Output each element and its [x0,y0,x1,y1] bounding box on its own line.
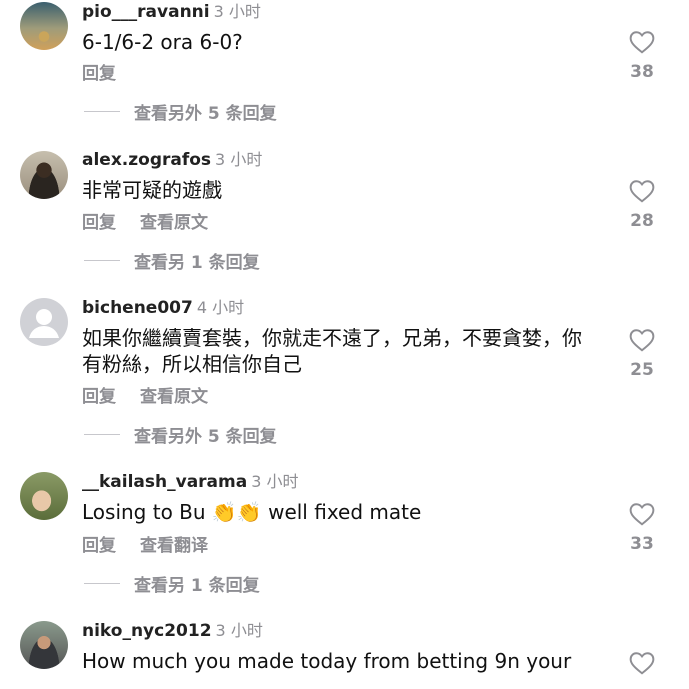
comment-actions: 回复 查看翻译 [82,536,208,556]
comment-header: pio___ravanni 3 小时 [82,2,261,22]
heart-icon [629,503,655,526]
heart-icon [629,329,655,352]
avatar[interactable] [20,298,68,346]
timestamp: 3 小时 [215,150,263,169]
reply-button[interactable]: 回复 [82,536,116,556]
comment-text: 6-1/6-2 ora 6-0? [82,30,243,54]
like-count: 28 [630,211,654,231]
divider [84,582,120,584]
clapping-hands-emoji: 👏👏 [211,500,262,524]
like-count: 25 [630,360,654,380]
avatar[interactable] [20,2,68,50]
avatar[interactable] [20,472,68,520]
reply-button[interactable]: 回复 [82,64,116,84]
view-replies[interactable]: 查看另 1 条回复 [84,573,260,596]
like-button[interactable]: 33 [625,502,659,554]
avatar[interactable] [20,151,68,199]
comment-text: Losing to Bu 👏👏 well fixed mate [82,499,602,525]
comment-list: pio___ravanni 3 小时 6-1/6-2 ora 6-0? 回复 查看… [0,0,689,689]
divider [84,259,120,261]
view-replies-label: 查看另 1 条回复 [134,575,260,596]
comment-header: alex.zografos 3 小时 [82,150,262,170]
like-count: 38 [630,62,654,82]
view-replies-label: 查看另外 5 条回复 [134,426,277,447]
comment-actions: 回复 [82,64,116,84]
view-replies-label: 查看另 1 条回复 [134,252,260,273]
like-button[interactable]: 28 [625,179,659,231]
comment-text: How much you made today from betting 9n … [82,649,572,673]
username[interactable]: pio___ravanni [82,2,210,22]
see-original-button[interactable]: 查看原文 [140,213,208,233]
comment-actions: 回复 查看原文 [82,387,208,407]
like-count: 33 [630,534,654,554]
comment-actions: 回复 查看原文 [82,213,208,233]
view-replies[interactable]: 查看另外 5 条回复 [84,424,277,447]
view-replies[interactable]: 查看另 1 条回复 [84,250,260,273]
like-button[interactable]: 25 [625,328,659,380]
username[interactable]: bichene007 [82,298,193,318]
username[interactable]: niko_nyc2012 [82,621,212,641]
timestamp: 3 小时 [251,472,299,491]
comment-header: __kailash_varama 3 小时 [82,472,299,492]
like-button[interactable]: 38 [625,30,659,82]
avatar[interactable] [20,621,68,669]
comment-header: niko_nyc2012 3 小时 [82,621,263,641]
username[interactable]: alex.zografos [82,150,211,170]
comment-text: 非常可疑的遊戲 [82,178,222,202]
username[interactable]: __kailash_varama [82,472,247,492]
comment-text-start: Losing to Bu [82,500,212,524]
like-button[interactable] [625,651,659,675]
divider [84,110,120,112]
see-original-button[interactable]: 查看原文 [140,387,208,407]
see-translation-button[interactable]: 查看翻译 [140,536,208,556]
comment-text: 如果你繼續賣套裝，你就走不遠了，兄弟，不要貪婪，你有粉絲，所以相信你自己 [82,326,582,376]
timestamp: 3 小时 [213,2,261,21]
reply-button[interactable]: 回复 [82,387,116,407]
divider [84,433,120,435]
comment-header: bichene007 4 小时 [82,298,244,318]
view-replies[interactable]: 查看另外 5 条回复 [84,101,277,124]
timestamp: 4 小时 [196,298,245,317]
comment-text-end: well fixed mate [261,500,422,524]
heart-icon [629,31,655,54]
default-avatar-icon [29,309,59,338]
timestamp: 3 小时 [215,621,263,640]
view-replies-label: 查看另外 5 条回复 [134,103,277,124]
heart-icon [629,652,655,675]
reply-button[interactable]: 回复 [82,213,116,233]
heart-icon [629,180,655,203]
